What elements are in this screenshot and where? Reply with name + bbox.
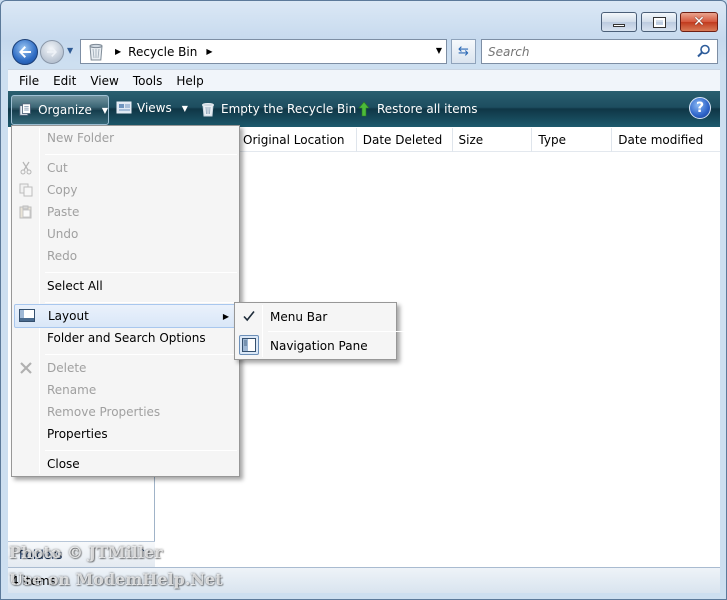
views-button[interactable]: Views ▼	[116, 95, 188, 121]
delete-icon	[18, 360, 34, 376]
maximize-icon	[652, 16, 666, 28]
menu-item-label: Properties	[47, 427, 108, 441]
forward-arrow-icon	[47, 47, 57, 57]
menu-edit[interactable]: Edit	[46, 74, 83, 88]
menu-separator	[45, 354, 237, 355]
search-box[interactable]	[481, 39, 718, 64]
menu-help[interactable]: Help	[169, 74, 210, 88]
column-date-deleted[interactable]: Date Deleted	[357, 128, 453, 152]
breadcrumb-chevron-icon[interactable]: ▶	[115, 47, 121, 56]
menu-item-properties[interactable]: Properties	[14, 423, 238, 445]
copy-icon	[18, 182, 34, 198]
recycle-bin-icon	[86, 42, 106, 62]
menu-item-label: Navigation Pane	[270, 339, 368, 353]
back-arrow-icon	[19, 46, 31, 58]
maximize-button[interactable]	[641, 12, 677, 32]
minimize-button[interactable]	[601, 12, 637, 32]
navigation-pane-icon	[239, 335, 259, 355]
menu-separator	[45, 154, 237, 155]
empty-recycle-bin-label: Empty the Recycle Bin	[221, 102, 357, 116]
menu-item-redo[interactable]: Redo	[14, 245, 238, 267]
menu-item-menu-bar[interactable]: Menu Bar	[237, 305, 395, 329]
close-icon: ✕	[693, 14, 705, 30]
address-bar[interactable]: ▶ Recycle Bin ▶ ▼	[80, 39, 447, 64]
menu-item-remove-properties[interactable]: Remove Properties	[14, 401, 238, 423]
menu-item-label: Copy	[47, 183, 78, 197]
menu-item-label: Layout	[48, 309, 89, 323]
menu-item-new-folder[interactable]: New Folder	[14, 127, 238, 149]
search-input[interactable]	[488, 44, 688, 59]
views-dropdown-icon[interactable]: ▼	[182, 104, 188, 113]
menu-item-label: Menu Bar	[270, 310, 328, 324]
menu-item-delete[interactable]: Delete	[14, 357, 238, 379]
restore-all-items-button[interactable]: Restore all items	[356, 96, 478, 122]
empty-recycle-bin-button[interactable]: Empty the Recycle Bin	[200, 96, 356, 122]
menu-item-rename[interactable]: Rename	[14, 379, 238, 401]
menu-separator	[45, 272, 237, 273]
menu-item-folder-search-options[interactable]: Folder and Search Options	[14, 327, 238, 349]
checkmark-icon	[241, 308, 257, 324]
help-icon: ?	[695, 100, 705, 116]
restore-arrow-icon	[358, 101, 370, 117]
menu-item-label: Cut	[47, 161, 68, 175]
restore-all-items-label: Restore all items	[377, 102, 478, 116]
menu-item-navigation-pane[interactable]: Navigation Pane	[237, 334, 395, 358]
scissors-icon	[18, 160, 34, 176]
watermark-line-2: Use on ModemHelp.Net	[9, 570, 223, 589]
menu-item-copy[interactable]: Copy	[14, 179, 238, 201]
menu-item-label: Delete	[47, 361, 87, 375]
menu-file[interactable]: File	[12, 74, 46, 88]
refresh-icon: ⇆	[458, 44, 469, 59]
menu-separator	[45, 450, 237, 451]
search-icon[interactable]	[697, 44, 711, 61]
layout-icon	[19, 308, 35, 324]
organize-menu: New Folder Cut Copy Paste Undo Redo Sele…	[11, 125, 240, 477]
menu-item-layout[interactable]: Layout ▶	[14, 304, 238, 328]
recent-pages-dropdown[interactable]: ▼	[67, 46, 73, 55]
watermark-line-1: Photo © JTMiller	[9, 543, 163, 562]
column-type[interactable]: Type	[532, 128, 613, 152]
column-size[interactable]: Size	[453, 128, 533, 152]
menu-tools[interactable]: Tools	[126, 74, 170, 88]
menu-bar: File Edit View Tools Help	[8, 69, 720, 91]
empty-recycle-bin-icon	[202, 103, 214, 117]
command-bar: Organize ▼ Views ▼ Empty the Recycle Bin…	[8, 91, 720, 127]
menu-item-paste[interactable]: Paste	[14, 201, 238, 223]
menu-item-close[interactable]: Close	[14, 453, 238, 475]
menu-item-label: Close	[47, 457, 80, 471]
menu-item-label: New Folder	[47, 131, 115, 145]
minimize-icon	[613, 23, 625, 27]
menu-item-label: Remove Properties	[47, 405, 161, 419]
refresh-button[interactable]: ⇆	[451, 39, 476, 64]
column-date-modified[interactable]: Date modified	[612, 128, 720, 152]
menu-item-label: Undo	[47, 227, 79, 241]
views-icon	[116, 101, 132, 114]
forward-button[interactable]	[40, 40, 64, 64]
menu-item-cut[interactable]: Cut	[14, 157, 238, 179]
menu-item-select-all[interactable]: Select All	[14, 275, 238, 297]
help-button[interactable]: ?	[689, 97, 711, 119]
layout-submenu: Menu Bar Navigation Pane	[234, 302, 460, 360]
breadcrumb-chevron-icon[interactable]: ▶	[206, 47, 212, 56]
menu-item-label: Folder and Search Options	[47, 331, 206, 345]
organize-label: Organize	[38, 103, 92, 117]
menu-separator	[268, 331, 460, 332]
menu-view[interactable]: View	[83, 74, 125, 88]
menu-item-label: Paste	[47, 205, 80, 219]
menu-item-label: Select All	[47, 279, 103, 293]
organize-button[interactable]: Organize ▼	[11, 95, 109, 125]
organize-icon	[19, 103, 31, 116]
menu-separator	[45, 302, 237, 303]
menu-item-undo[interactable]: Undo	[14, 223, 238, 245]
submenu-arrow-icon: ▶	[222, 311, 229, 321]
menu-item-label: Rename	[47, 383, 97, 397]
breadcrumb-recycle-bin[interactable]: Recycle Bin	[128, 45, 197, 59]
views-label: Views	[137, 101, 172, 115]
address-dropdown-icon[interactable]: ▼	[436, 46, 442, 55]
back-button[interactable]	[12, 39, 38, 65]
organize-dropdown-icon: ▼	[101, 105, 108, 115]
menu-item-label: Redo	[47, 249, 78, 263]
paste-icon	[18, 204, 34, 220]
close-window-button[interactable]: ✕	[680, 12, 718, 32]
